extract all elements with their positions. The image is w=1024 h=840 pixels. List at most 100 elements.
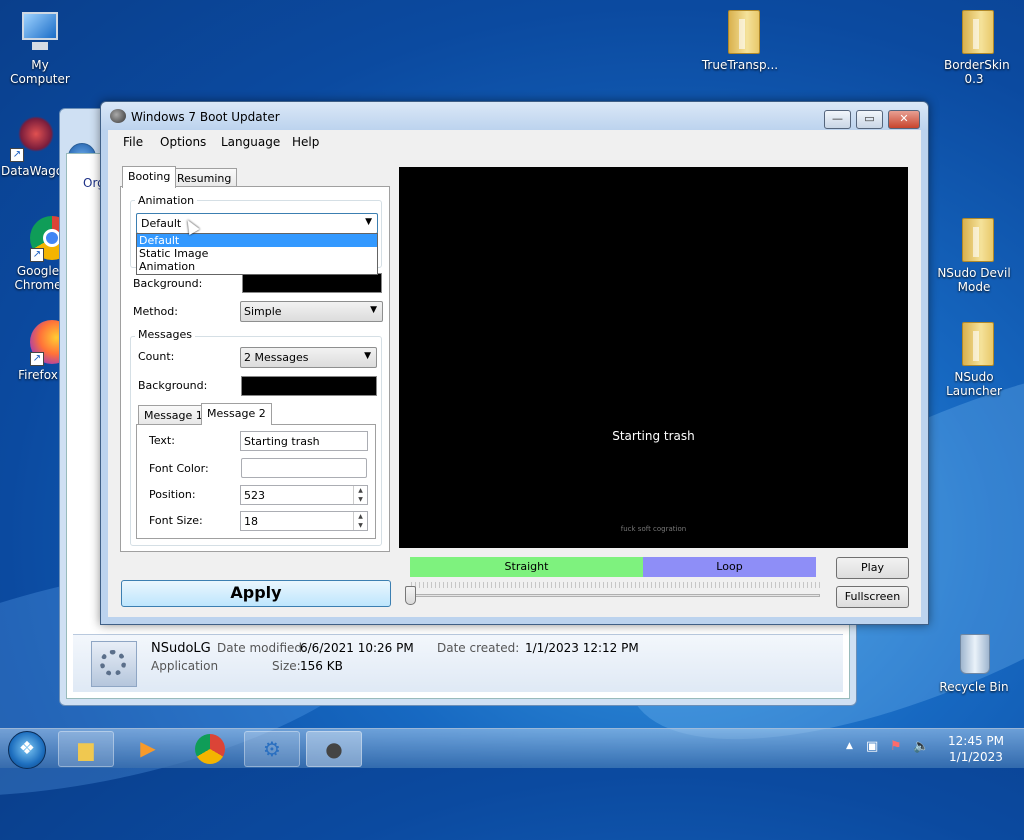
close-button[interactable]: ✕ bbox=[888, 110, 920, 129]
desktop-icon-nsudo-devil-mode[interactable]: NSudo Devil Mode bbox=[934, 214, 1014, 294]
clock[interactable]: 12:45 PM 1/1/2023 bbox=[936, 733, 1016, 765]
application-icon bbox=[91, 641, 137, 687]
tab-resuming[interactable]: Resuming bbox=[171, 168, 238, 188]
chevron-down-icon: ▼ bbox=[365, 217, 372, 227]
desktop-icon-recycle-bin[interactable]: Recycle Bin bbox=[934, 630, 1014, 694]
fullscreen-button[interactable]: Fullscreen bbox=[836, 586, 909, 608]
clock-time: 12:45 PM bbox=[948, 734, 1004, 748]
folder-icon bbox=[954, 214, 994, 262]
maximize-button[interactable]: ▭ bbox=[856, 110, 883, 129]
straight-segment[interactable]: Straight bbox=[410, 557, 643, 577]
playback-slider-thumb[interactable] bbox=[405, 586, 416, 605]
desktop-icon-nsudo-launcher[interactable]: NSudo Launcher bbox=[934, 318, 1014, 398]
computer-icon bbox=[16, 8, 64, 56]
desktop-icon-my-computer[interactable]: My Computer bbox=[0, 8, 80, 86]
menu-language[interactable]: Language bbox=[221, 135, 280, 149]
font-color-label: Font Color: bbox=[149, 462, 209, 475]
window-title: Windows 7 Boot Updater bbox=[131, 110, 280, 124]
firefox-icon: ↗ bbox=[14, 318, 74, 366]
chevron-down-icon: ▼ bbox=[364, 351, 371, 361]
taskbar-chrome[interactable] bbox=[182, 731, 238, 767]
taskbar-boot-updater[interactable]: ● bbox=[306, 731, 362, 767]
menu-file[interactable]: File bbox=[123, 135, 143, 149]
taskbar-media-player[interactable]: ▶ bbox=[120, 731, 176, 767]
animation-option-static-image[interactable]: Static Image bbox=[137, 247, 377, 260]
count-combo-value: 2 Messages bbox=[244, 351, 309, 364]
font-size-stepper[interactable]: 18 ▲ ▼ bbox=[240, 511, 368, 531]
messages-background-label: Background: bbox=[138, 379, 208, 392]
desktop-icon-label: My Computer bbox=[10, 58, 70, 86]
date-modified-value: 6/6/2021 10:26 PM bbox=[300, 641, 414, 655]
spin-arrows-icon[interactable]: ▲ ▼ bbox=[353, 486, 367, 504]
animation-option-default[interactable]: Default bbox=[137, 234, 377, 247]
animation-option-animation[interactable]: Animation bbox=[137, 260, 377, 273]
volume-icon[interactable]: 🔈 bbox=[913, 739, 929, 754]
animation-combo-value: Default bbox=[140, 217, 183, 230]
network-icon[interactable]: ▣ bbox=[866, 739, 878, 754]
shortcut-arrow-icon: ↗ bbox=[30, 352, 44, 366]
clock-date: 1/1/2023 bbox=[949, 750, 1003, 764]
desktop-icon-label: NSudo Launcher bbox=[946, 370, 1002, 398]
windows-logo-icon: ❖ bbox=[18, 738, 36, 759]
start-button[interactable]: ❖ bbox=[8, 731, 46, 769]
position-stepper[interactable]: 523 ▲ ▼ bbox=[240, 485, 368, 505]
position-label: Position: bbox=[149, 488, 196, 501]
file-type: Application bbox=[151, 659, 219, 673]
background-color-swatch[interactable] bbox=[242, 273, 382, 293]
menu-options[interactable]: Options bbox=[160, 135, 206, 149]
text-label: Text: bbox=[149, 434, 175, 447]
size-label: Size: bbox=[272, 659, 301, 673]
shortcut-arrow-icon: ↗ bbox=[10, 148, 24, 162]
animation-dropdown-list: Default Static Image Animation bbox=[136, 233, 378, 275]
size-value: 156 KB bbox=[300, 659, 343, 673]
messages-group-label: Messages bbox=[135, 328, 195, 341]
folder-icon bbox=[954, 318, 994, 366]
tab-message-2[interactable]: Message 2 bbox=[201, 403, 272, 425]
apply-button[interactable]: Apply bbox=[121, 580, 391, 607]
boot-updater-icon: ● bbox=[325, 737, 343, 761]
straight-label: Straight bbox=[504, 560, 549, 573]
show-hidden-icons-icon[interactable]: ▲ bbox=[846, 741, 853, 751]
taskbar-explorer[interactable]: ▆ bbox=[58, 731, 114, 767]
loop-segment[interactable]: Loop bbox=[643, 557, 816, 577]
messages-background-swatch[interactable] bbox=[241, 376, 377, 396]
message-text-input[interactable]: Starting trash bbox=[240, 431, 368, 451]
datawago-icon: ↗ bbox=[8, 114, 56, 162]
boot-preview: Starting trash fuck soft cogration bbox=[399, 167, 908, 548]
nsudo-icon: ⚙ bbox=[263, 737, 281, 761]
desktop-icon-label: Recycle Bin bbox=[939, 680, 1009, 694]
desktop-icon-label: TrueTransp... bbox=[701, 58, 779, 72]
taskbar-nsudo[interactable]: ⚙ bbox=[244, 731, 300, 767]
loop-label: Loop bbox=[716, 560, 743, 573]
method-combo[interactable]: Simple ▼ bbox=[240, 301, 383, 322]
title-bar[interactable]: Windows 7 Boot Updater — ▭ ✕ bbox=[101, 102, 928, 130]
animation-combo[interactable]: Default ▼ bbox=[136, 213, 378, 234]
preview-footer-text: fuck soft cogration bbox=[620, 525, 687, 533]
font-size-label: Font Size: bbox=[149, 514, 203, 527]
method-label: Method: bbox=[133, 305, 178, 318]
date-created-label: Date created: bbox=[437, 641, 520, 655]
spin-arrows-icon[interactable]: ▲ ▼ bbox=[353, 512, 367, 530]
desktop-icon-truetransp[interactable]: TrueTransp... bbox=[700, 6, 780, 72]
shortcut-arrow-icon: ↗ bbox=[30, 248, 44, 262]
media-player-icon: ▶ bbox=[140, 736, 156, 760]
slider-ticks bbox=[411, 582, 820, 588]
boot-updater-icon bbox=[110, 109, 126, 123]
desktop-icon-label: NSudo Devil Mode bbox=[937, 266, 1011, 294]
minimize-button[interactable]: — bbox=[824, 110, 851, 129]
file-name: NSudoLG bbox=[151, 641, 211, 656]
playback-slider[interactable] bbox=[411, 594, 820, 597]
tab-message-1[interactable]: Message 1 bbox=[138, 405, 209, 425]
menu-help[interactable]: Help bbox=[292, 135, 319, 149]
play-button[interactable]: Play bbox=[836, 557, 909, 579]
desktop-icon-borderskin[interactable]: BorderSkin 0.3 bbox=[934, 6, 1014, 86]
font-size-value: 18 bbox=[244, 515, 258, 528]
action-center-icon[interactable]: ⚑ bbox=[890, 739, 902, 754]
count-label: Count: bbox=[138, 350, 175, 363]
desktop-icon-label: BorderSkin 0.3 bbox=[944, 58, 1010, 86]
tab-booting[interactable]: Booting bbox=[122, 166, 177, 188]
taskbar: ❖ ▆ ▶ ⚙ ● ▲ ▣ ⚑ 🔈 12:45 PM 1/1/2023 bbox=[0, 728, 1024, 769]
count-combo[interactable]: 2 Messages ▼ bbox=[240, 347, 377, 368]
font-color-swatch[interactable] bbox=[241, 458, 367, 478]
date-created-value: 1/1/2023 12:12 PM bbox=[525, 641, 639, 655]
